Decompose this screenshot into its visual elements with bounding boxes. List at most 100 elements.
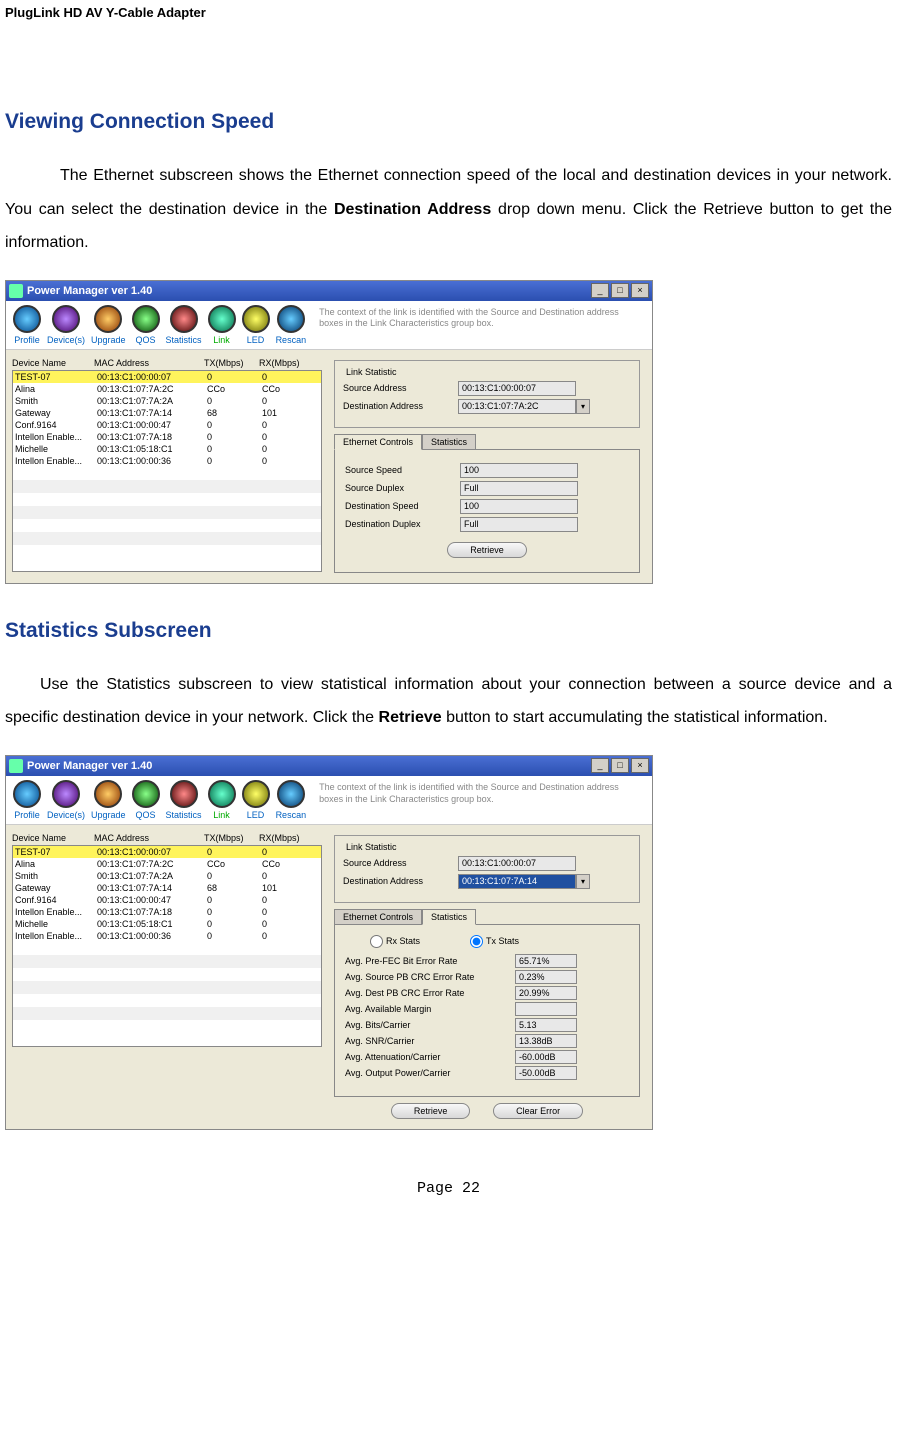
chevron-down-icon[interactable]: ▾: [576, 874, 590, 889]
titlebar: Power Manager ver 1.40 _ □ ×: [6, 281, 652, 301]
toolbar-rescan[interactable]: Rescan: [273, 780, 310, 820]
table-row[interactable]: Intellon Enable...00:13:C1:00:00:3600: [13, 930, 321, 942]
qos-icon: [132, 305, 160, 333]
toolbar-profile[interactable]: Profile: [10, 780, 44, 820]
tab-statistics[interactable]: Statistics: [422, 434, 476, 450]
link-statistic-label: Link Statistic: [343, 842, 400, 852]
toolbar-statistics[interactable]: Statistics: [163, 305, 205, 345]
destination-duplex-field: Full: [460, 517, 578, 532]
table-row[interactable]: Alina00:13:C1:07:7A:2CCCoCCo: [13, 858, 321, 870]
maximize-button[interactable]: □: [611, 283, 629, 298]
toolbar-devices[interactable]: Device(s): [44, 305, 88, 345]
context-help: The context of the link is identified wi…: [309, 780, 648, 805]
table-row[interactable]: Michelle00:13:C1:05:18:C100: [13, 443, 321, 455]
toolbar-qos[interactable]: QOS: [129, 780, 163, 820]
source-address-input: 00:13:C1:00:00:07: [458, 381, 576, 396]
source-duplex-field: Full: [460, 481, 578, 496]
toolbar-devices[interactable]: Device(s): [44, 780, 88, 820]
stat-row: Avg. Output Power/Carrier-50.00dB: [345, 1066, 629, 1080]
destination-address-label: Destination Address: [343, 876, 458, 886]
rx-stats-radio[interactable]: Rx Stats: [370, 935, 420, 948]
app-window-1: Power Manager ver 1.40 _ □ × Profile Dev…: [5, 280, 653, 584]
table-row[interactable]: Gateway00:13:C1:07:7A:1468101: [13, 882, 321, 894]
upgrade-icon: [94, 780, 122, 808]
table-row[interactable]: Smith00:13:C1:07:7A:2A00: [13, 395, 321, 407]
retrieve-button[interactable]: Retrieve: [447, 542, 527, 558]
table-row[interactable]: TEST-0700:13:C1:00:00:0700: [13, 846, 321, 858]
toolbar-statistics[interactable]: Statistics: [163, 780, 205, 820]
table-row[interactable]: Gateway00:13:C1:07:7A:1468101: [13, 407, 321, 419]
device-table-header: Device Name MAC Address TX(Mbps) RX(Mbps…: [12, 356, 322, 370]
maximize-button[interactable]: □: [611, 758, 629, 773]
table-row[interactable]: Conf.916400:13:C1:00:00:4700: [13, 894, 321, 906]
stat-row: Avg. Attenuation/Carrier-60.00dB: [345, 1050, 629, 1064]
toolbar-upgrade[interactable]: Upgrade: [88, 305, 129, 345]
table-row[interactable]: Smith00:13:C1:07:7A:2A00: [13, 870, 321, 882]
stat-value: 65.71%: [515, 954, 577, 968]
close-button[interactable]: ×: [631, 758, 649, 773]
table-row[interactable]: Intellon Enable...00:13:C1:07:7A:1800: [13, 906, 321, 918]
toolbar-led[interactable]: LED: [239, 305, 273, 345]
stat-value: -50.00dB: [515, 1066, 577, 1080]
table-row[interactable]: Intellon Enable...00:13:C1:07:7A:1800: [13, 431, 321, 443]
tab-ethernet-controls[interactable]: Ethernet Controls: [334, 434, 422, 450]
stat-value: 5.13: [515, 1018, 577, 1032]
qos-icon: [132, 780, 160, 808]
tx-stats-radio[interactable]: Tx Stats: [470, 935, 519, 948]
app-icon: [9, 284, 23, 298]
link-statistic-label: Link Statistic: [343, 367, 400, 377]
table-row[interactable]: TEST-0700:13:C1:00:00:0700: [13, 371, 321, 383]
statistics-tab-content: Rx Stats Tx Stats Avg. Pre-FEC Bit Error…: [334, 924, 640, 1097]
source-address-label: Source Address: [343, 858, 458, 868]
toolbar-profile[interactable]: Profile: [10, 305, 44, 345]
toolbar: Profile Device(s) Upgrade QOS Statistics…: [6, 301, 652, 350]
profile-icon: [13, 305, 41, 333]
minimize-button[interactable]: _: [591, 758, 609, 773]
led-icon: [242, 305, 270, 333]
link-icon: [208, 305, 236, 333]
stat-row: Avg. Pre-FEC Bit Error Rate65.71%: [345, 954, 629, 968]
table-row[interactable]: Alina00:13:C1:07:7A:2CCCoCCo: [13, 383, 321, 395]
device-table[interactable]: TEST-0700:13:C1:00:00:0700Alina00:13:C1:…: [12, 370, 322, 572]
toolbar-rescan[interactable]: Rescan: [273, 305, 310, 345]
device-table-header: Device Name MAC Address TX(Mbps) RX(Mbps…: [12, 831, 322, 845]
toolbar-led[interactable]: LED: [239, 780, 273, 820]
close-button[interactable]: ×: [631, 283, 649, 298]
toolbar: Profile Device(s) Upgrade QOS Statistics…: [6, 776, 652, 825]
rescan-icon: [277, 780, 305, 808]
source-address-input: 00:13:C1:00:00:07: [458, 856, 576, 871]
link-icon: [208, 780, 236, 808]
window-title: Power Manager ver 1.40: [27, 760, 589, 772]
destination-address-select[interactable]: 00:13:C1:07:7A:14: [458, 874, 576, 889]
table-row[interactable]: Intellon Enable...00:13:C1:00:00:3600: [13, 455, 321, 467]
toolbar-link[interactable]: Link: [205, 305, 239, 345]
table-row[interactable]: Conf.916400:13:C1:00:00:4700: [13, 419, 321, 431]
paragraph-2: Use the Statistics subscreen to view sta…: [5, 668, 892, 735]
toolbar-link[interactable]: Link: [205, 780, 239, 820]
stat-value: 20.99%: [515, 986, 577, 1000]
toolbar-qos[interactable]: QOS: [129, 305, 163, 345]
retrieve-button[interactable]: Retrieve: [391, 1103, 471, 1119]
source-speed-field: 100: [460, 463, 578, 478]
statistics-icon: [170, 305, 198, 333]
device-table[interactable]: TEST-0700:13:C1:00:00:0700Alina00:13:C1:…: [12, 845, 322, 1047]
clear-error-button[interactable]: Clear Error: [493, 1103, 583, 1119]
toolbar-upgrade[interactable]: Upgrade: [88, 780, 129, 820]
chevron-down-icon[interactable]: ▾: [576, 399, 590, 414]
stat-row: Avg. SNR/Carrier13.38dB: [345, 1034, 629, 1048]
table-row[interactable]: Michelle00:13:C1:05:18:C100: [13, 918, 321, 930]
context-help: The context of the link is identified wi…: [309, 305, 648, 330]
tab-statistics[interactable]: Statistics: [422, 909, 476, 925]
link-panel: Link Statistic Source Address00:13:C1:00…: [328, 831, 646, 1123]
stat-row: Avg. Available Margin: [345, 1002, 629, 1016]
profile-icon: [13, 780, 41, 808]
source-address-label: Source Address: [343, 383, 458, 393]
tab-ethernet-controls[interactable]: Ethernet Controls: [334, 909, 422, 925]
statistics-icon: [170, 780, 198, 808]
minimize-button[interactable]: _: [591, 283, 609, 298]
destination-address-select[interactable]: 00:13:C1:07:7A:2C: [458, 399, 576, 414]
device-list-panel: Device Name MAC Address TX(Mbps) RX(Mbps…: [12, 356, 322, 577]
devices-icon: [52, 780, 80, 808]
paragraph-1: The Ethernet subscreen shows the Etherne…: [5, 159, 892, 260]
section-title-1: Viewing Connection Speed: [5, 110, 892, 134]
